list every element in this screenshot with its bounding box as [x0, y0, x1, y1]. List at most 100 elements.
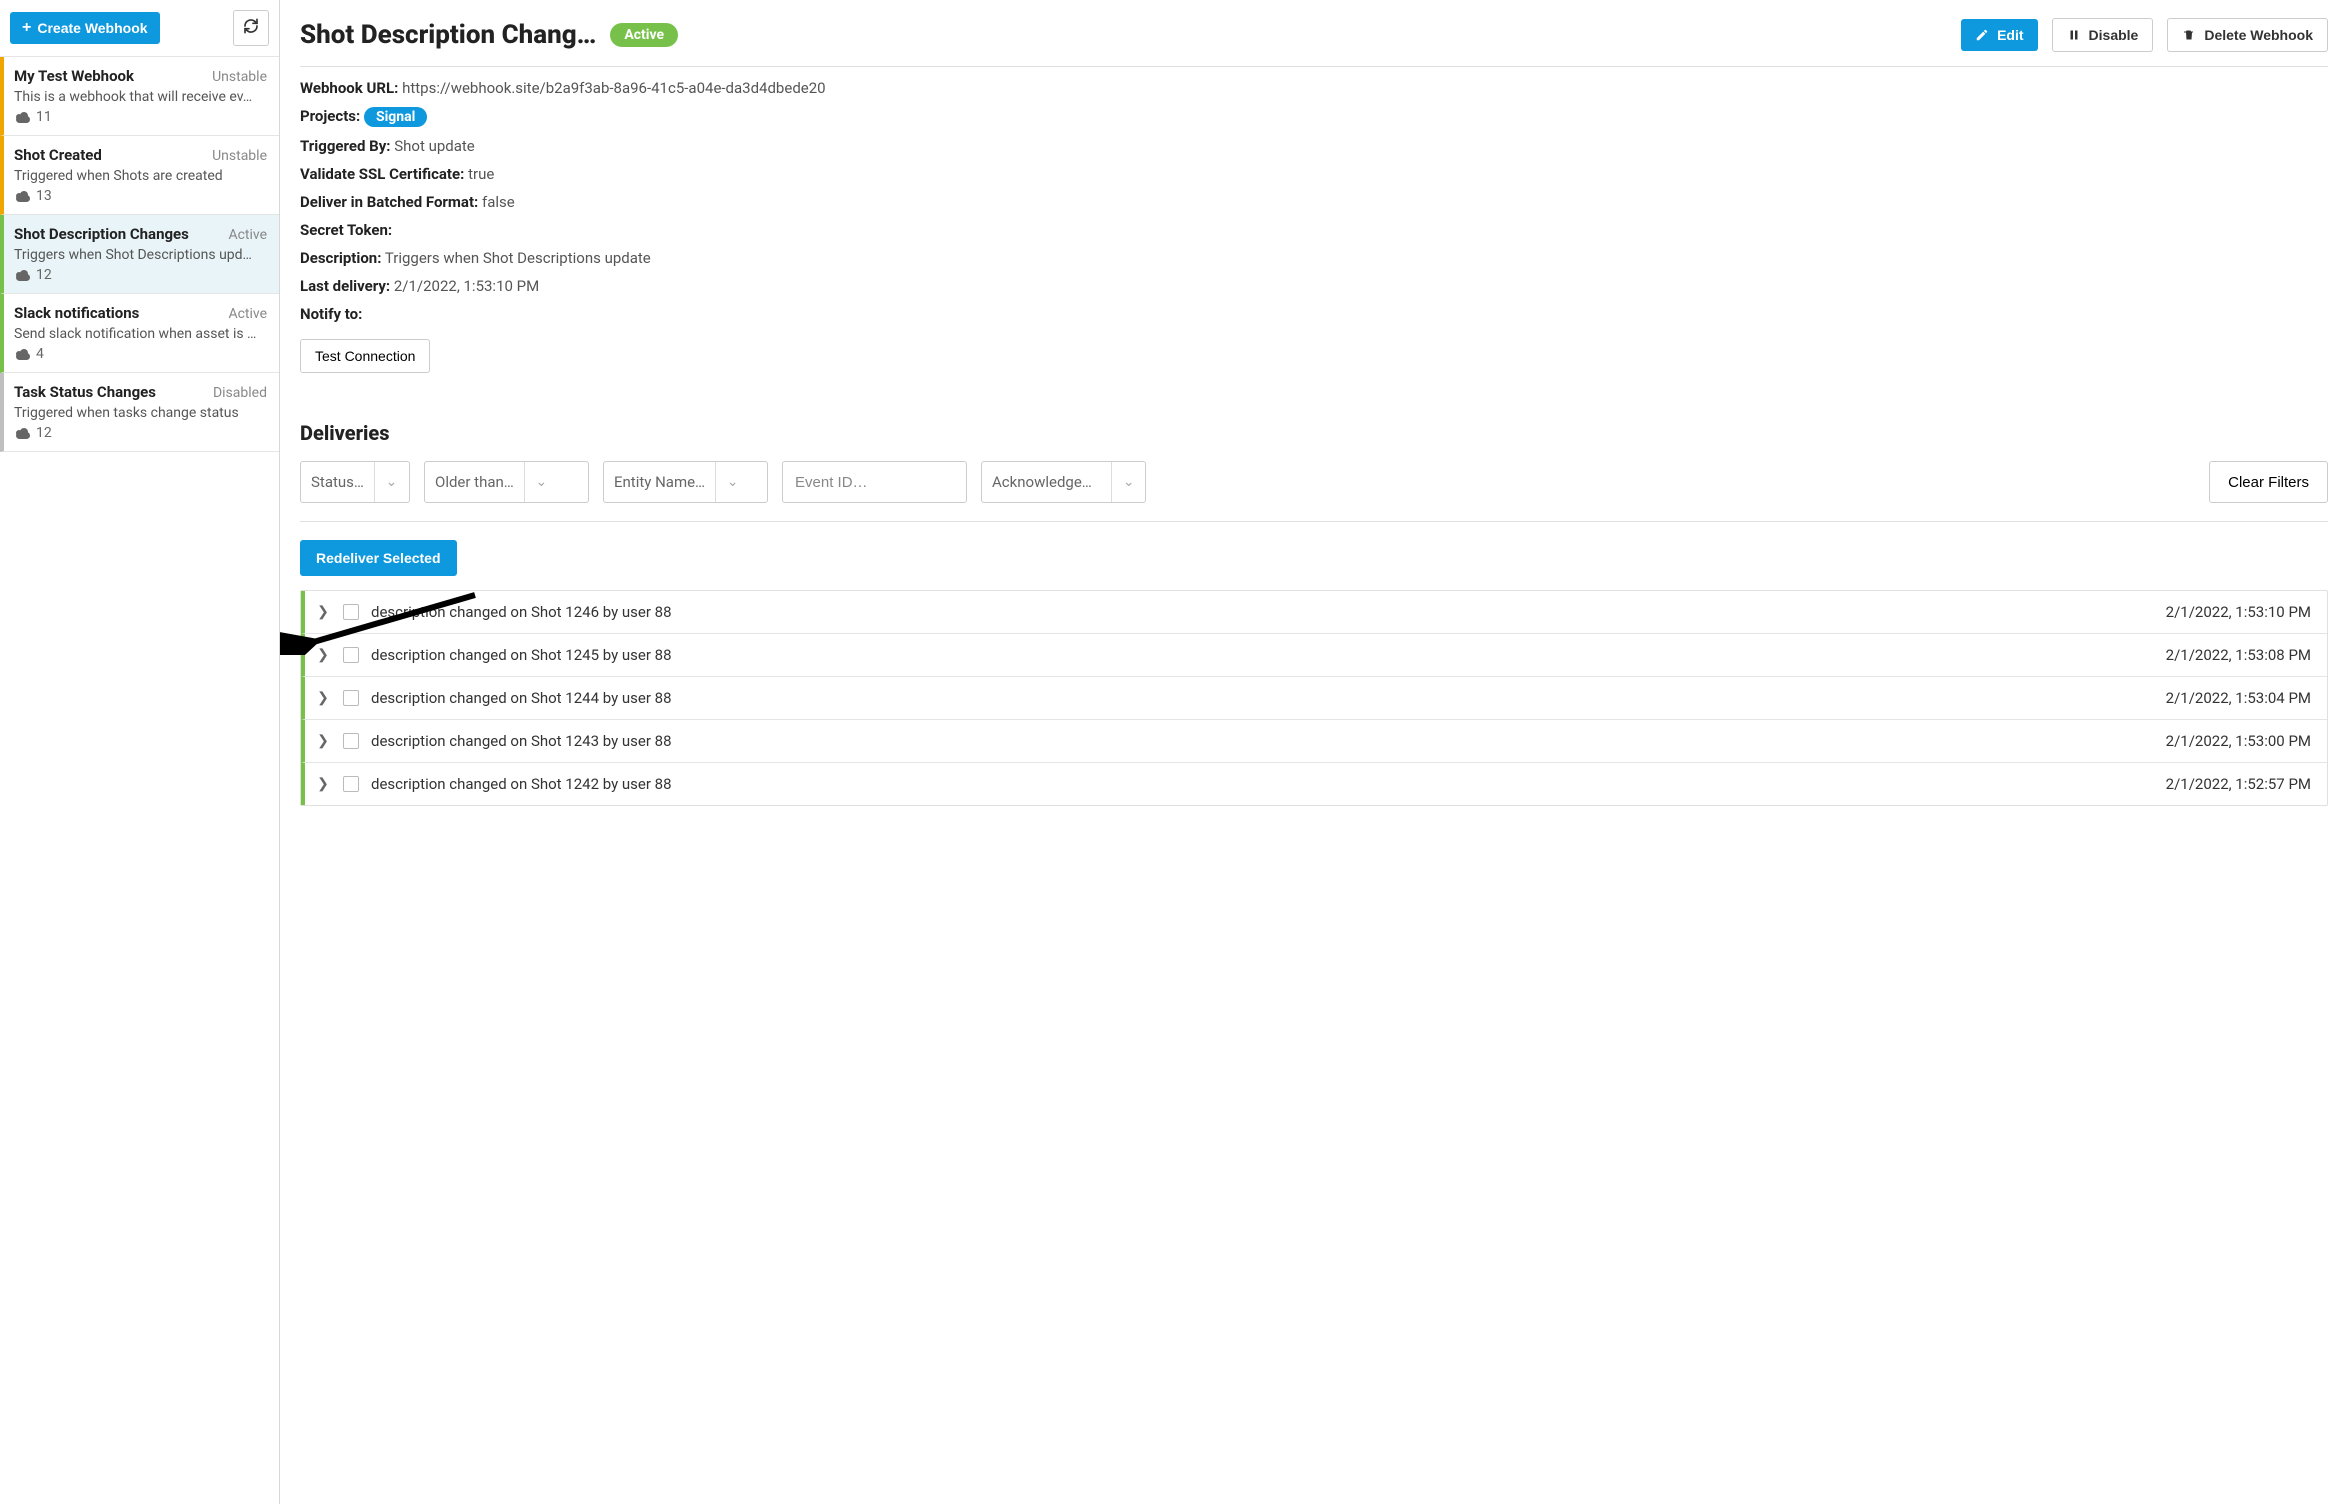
main: Shot Description Chang… Active Edit Disa…	[280, 0, 2348, 1504]
create-webhook-label: Create Webhook	[37, 20, 147, 36]
chevron-down-icon: ⌄	[715, 462, 749, 502]
filter-status[interactable]: Status… ⌄	[300, 461, 410, 503]
edit-button[interactable]: Edit	[1961, 19, 2037, 51]
filter-event-id[interactable]	[782, 461, 967, 503]
webhook-url-label: Webhook URL:	[300, 79, 398, 97]
webhook-desc: This is a webhook that will receive ev…	[14, 89, 267, 105]
deliveries-heading: Deliveries	[300, 421, 2328, 445]
delete-button[interactable]: Delete Webhook	[2167, 18, 2328, 52]
delete-label: Delete Webhook	[2204, 27, 2313, 43]
cloud-icon	[14, 348, 32, 360]
pause-icon	[2067, 28, 2081, 42]
webhook-url-value: https://webhook.site/b2a9f3ab-8a96-41c5-…	[402, 79, 826, 97]
webhook-desc: Triggers when Shot Descriptions upd…	[14, 247, 267, 263]
webhook-item[interactable]: Slack notificationsActiveSend slack noti…	[0, 294, 279, 373]
page-title: Shot Description Chang…	[300, 20, 596, 50]
test-connection-button[interactable]: Test Connection	[300, 339, 430, 373]
expand-chevron-icon[interactable]: ❯	[315, 733, 331, 749]
delivery-text: description changed on Shot 1244 by user…	[371, 689, 672, 707]
edit-label: Edit	[1997, 27, 2023, 43]
trash-icon	[2182, 28, 2196, 42]
webhook-status: Unstable	[212, 69, 267, 85]
cloud-icon	[14, 269, 32, 281]
validate-ssl-label: Validate SSL Certificate:	[300, 165, 464, 183]
delivery-checkbox[interactable]	[343, 604, 359, 620]
secret-label: Secret Token:	[300, 221, 392, 239]
deliveries-list: ❯description changed on Shot 1246 by use…	[300, 590, 2328, 806]
main-header: Shot Description Chang… Active Edit Disa…	[300, 18, 2328, 67]
delivery-time: 2/1/2022, 1:53:08 PM	[2166, 646, 2311, 664]
webhook-count: 12	[36, 425, 52, 441]
status-badge: Active	[610, 23, 678, 47]
webhook-status: Disabled	[213, 385, 267, 401]
filter-ack-label: Acknowledgeme	[982, 473, 1111, 491]
delivery-row: ❯ description changed on Shot 1243 by use…	[301, 719, 2327, 762]
delivery-row: ❯description changed on Shot 1245 by use…	[301, 633, 2327, 676]
chevron-down-icon: ⌄	[1111, 462, 1145, 502]
chevron-down-icon: ⌄	[374, 462, 408, 502]
webhook-count: 11	[36, 109, 52, 125]
webhook-count: 12	[36, 267, 52, 283]
disable-label: Disable	[2089, 27, 2139, 43]
webhook-item[interactable]: Shot Description ChangesActiveTriggers w…	[0, 215, 279, 294]
webhook-count: 4	[36, 346, 44, 362]
details: Webhook URL: https://webhook.site/b2a9f3…	[300, 79, 2328, 373]
webhook-desc: Triggered when Shots are created	[14, 168, 267, 184]
filter-older-label: Older than…	[425, 473, 524, 491]
filter-status-label: Status…	[301, 473, 374, 491]
webhook-name: Slack notifications	[14, 304, 139, 322]
refresh-icon	[243, 18, 259, 39]
expand-chevron-icon[interactable]: ❯	[315, 776, 331, 792]
filter-acknowledgement[interactable]: Acknowledgeme ⌄	[981, 461, 1146, 503]
delivery-row: ❯ description changed on Shot 1244 by use…	[301, 676, 2327, 719]
projects-label: Projects:	[300, 107, 360, 125]
last-delivery-label: Last delivery:	[300, 277, 390, 295]
webhook-list: My Test WebhookUnstableThis is a webhook…	[0, 57, 279, 452]
webhook-name: Shot Created	[14, 146, 102, 164]
webhook-item[interactable]: My Test WebhookUnstableThis is a webhook…	[0, 57, 279, 136]
sidebar-header: + Create Webhook	[0, 0, 279, 57]
webhook-count: 13	[36, 188, 52, 204]
clear-filters-button[interactable]: Clear Filters	[2209, 461, 2328, 503]
webhook-item[interactable]: Shot Created Unstable Triggered when Shots…	[0, 136, 279, 215]
plus-icon: +	[22, 20, 31, 36]
cloud-icon	[14, 427, 32, 439]
delivery-row: ❯description changed on Shot 1246 by use…	[301, 591, 2327, 633]
description-value: Triggers when Shot Descriptions update	[385, 249, 651, 267]
delivery-text: description changed on Shot 1242 by user…	[371, 775, 672, 793]
triggered-by-value: Shot update	[394, 137, 475, 155]
filter-entity-name[interactable]: Entity Name… ⌄	[603, 461, 768, 503]
create-webhook-button[interactable]: + Create Webhook	[10, 12, 160, 44]
sidebar: + Create Webhook My Test WebhookUnstable…	[0, 0, 280, 1504]
notify-label: Notify to:	[300, 305, 362, 323]
webhook-status: Unstable	[212, 148, 267, 164]
filter-older-than[interactable]: Older than… ⌄	[424, 461, 589, 503]
deliveries-filters: Status… ⌄ Older than… ⌄ Entity Name… ⌄ A…	[300, 461, 2328, 522]
expand-chevron-icon[interactable]: ❯	[315, 690, 331, 706]
delivery-checkbox[interactable]	[343, 690, 359, 706]
pencil-icon	[1975, 28, 1989, 42]
last-delivery-value: 2/1/2022, 1:53:10 PM	[394, 277, 539, 295]
batched-label: Deliver in Batched Format:	[300, 193, 478, 211]
delivery-row: ❯ description changed on Shot 1242 by use…	[301, 762, 2327, 805]
batched-value: false	[482, 193, 515, 211]
delivery-time: 2/1/2022, 1:52:57 PM	[2166, 775, 2311, 793]
disable-button[interactable]: Disable	[2052, 18, 2154, 52]
redeliver-selected-button[interactable]: Redeliver Selected	[300, 540, 457, 576]
webhook-status: Active	[228, 306, 267, 322]
refresh-button[interactable]	[233, 10, 269, 46]
project-tag[interactable]: Signal	[364, 107, 427, 127]
delivery-checkbox[interactable]	[343, 776, 359, 792]
webhook-item[interactable]: Task Status ChangesDisabledTriggered whe…	[0, 373, 279, 452]
delivery-checkbox[interactable]	[343, 647, 359, 663]
webhook-name: Task Status Changes	[14, 383, 156, 401]
delivery-time: 2/1/2022, 1:53:04 PM	[2166, 689, 2311, 707]
chevron-down-icon: ⌄	[524, 462, 558, 502]
validate-ssl-value: true	[468, 165, 494, 183]
delivery-checkbox[interactable]	[343, 733, 359, 749]
expand-chevron-icon[interactable]: ❯	[315, 647, 331, 663]
triggered-by-label: Triggered By:	[300, 137, 390, 155]
cloud-icon	[14, 190, 32, 202]
expand-chevron-icon[interactable]: ❯	[315, 604, 331, 620]
delivery-text: description changed on Shot 1243 by user…	[371, 732, 672, 750]
